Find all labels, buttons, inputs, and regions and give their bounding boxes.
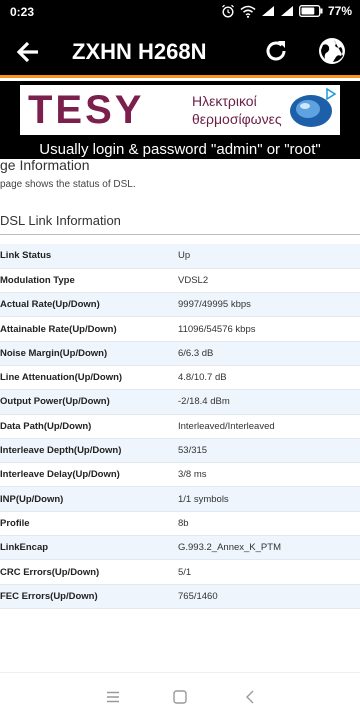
ad-text-line2: θερμοσίφωνες [192, 111, 282, 127]
row-value: 5/1 [178, 559, 360, 585]
system-nav-bar [0, 672, 360, 720]
ad-banner[interactable]: TESY Ηλεκτρικοί θερμοσίφωνες [20, 85, 340, 135]
section-title: DSL Link Information [0, 213, 121, 228]
app-bar: ZXHN H268N [0, 25, 360, 78]
row-label: Profile [0, 511, 178, 537]
row-label: Interleave Depth(Up/Down) [0, 438, 178, 464]
signal-icon [261, 6, 274, 16]
table-row: Profile 8b [0, 511, 360, 537]
row-label: Attainable Rate(Up/Down) [0, 316, 178, 342]
row-label: INP(Up/Down) [0, 486, 178, 512]
battery-percent: 77% [327, 4, 352, 18]
row-label: Link Status [0, 244, 178, 269]
table-row: Actual Rate(Up/Down) 9997/49995 kbps [0, 292, 360, 318]
battery-icon [299, 5, 323, 17]
arrow-left-icon[interactable] [14, 38, 42, 66]
row-label: Line Attenuation(Up/Down) [0, 365, 178, 391]
table-row: Noise Margin(Up/Down) 6/6.3 dB [0, 341, 360, 366]
row-value: 9997/49995 kbps [178, 292, 360, 318]
status-icons: 77% [221, 4, 352, 18]
page-heading: ge Information [0, 157, 90, 173]
table-row: Line Attenuation(Up/Down) 4.8/10.7 dB [0, 365, 360, 391]
row-label: Actual Rate(Up/Down) [0, 292, 178, 318]
row-value: 765/1460 [178, 584, 360, 609]
ad-brand-logo: TESY [28, 88, 145, 132]
table-row: Link Status Up [0, 244, 360, 269]
row-label: Data Path(Up/Down) [0, 414, 178, 439]
row-label: Modulation Type [0, 268, 178, 294]
table-row: Modulation Type VDSL2 [0, 268, 360, 294]
wifi-icon [240, 5, 256, 18]
table-row: Output Power(Up/Down) -2/18.4 dBm [0, 389, 360, 415]
row-label: LinkEncap [0, 535, 178, 561]
home-square-icon[interactable] [172, 689, 188, 705]
row-value: 53/315 [178, 438, 360, 464]
ad-text-line1: Ηλεκτρικοί [192, 93, 257, 109]
row-value: VDSL2 [178, 268, 360, 294]
table-row: Interleave Depth(Up/Down) 53/315 [0, 438, 360, 464]
app-title: ZXHN H268N [72, 39, 207, 64]
row-value: 4.8/10.7 dB [178, 365, 360, 391]
row-value: Up [178, 244, 360, 269]
globe-icon[interactable] [317, 36, 347, 66]
signal-icon-2 [280, 6, 293, 16]
dsl-info-table: Link Status Up Modulation Type VDSL2 Actua… [0, 244, 360, 609]
row-value: -2/18.4 dBm [178, 389, 360, 415]
ad-caption: Usually login & password "admin" or "roo… [39, 141, 321, 158]
table-row: CRC Errors(Up/Down) 5/1 [0, 559, 360, 585]
section-divider [0, 234, 360, 235]
row-label: Noise Margin(Up/Down) [0, 341, 178, 366]
menu-icon[interactable] [105, 689, 121, 705]
status-bar: 0:23 77% [0, 0, 360, 25]
row-label: Interleave Delay(Up/Down) [0, 462, 178, 488]
back-triangle-icon[interactable] [242, 689, 258, 705]
row-label: Output Power(Up/Down) [0, 389, 178, 415]
row-value: 6/6.3 dB [178, 341, 360, 366]
row-value: 8b [178, 511, 360, 537]
table-row: LinkEncap G.993.2_Annex_K_PTM [0, 535, 360, 561]
page-description: page shows the status of DSL. [0, 179, 136, 190]
ad-area: TESY Ηλεκτρικοί θερμοσίφωνες Usually log… [0, 81, 360, 159]
row-value: G.993.2_Annex_K_PTM [178, 535, 360, 561]
ad-choices-icon[interactable] [324, 87, 338, 101]
table-row: Data Path(Up/Down) Interleaved/Interleave… [0, 414, 360, 439]
table-row: Interleave Delay(Up/Down) 3/8 ms [0, 462, 360, 488]
alarm-icon [222, 4, 234, 18]
table-row: FEC Errors(Up/Down) 765/1460 [0, 584, 360, 609]
row-value: Interleaved/Interleaved [178, 414, 360, 439]
status-time: 0:23 [10, 5, 35, 19]
row-value: 11096/54576 kbps [178, 316, 360, 342]
refresh-icon[interactable] [262, 37, 290, 65]
row-label: FEC Errors(Up/Down) [0, 584, 178, 609]
row-label: CRC Errors(Up/Down) [0, 559, 178, 585]
table-row: Attainable Rate(Up/Down) 11096/54576 kbps [0, 316, 360, 342]
row-value: 3/8 ms [178, 462, 360, 488]
row-value: 1/1 symbols [178, 486, 360, 512]
table-row: INP(Up/Down) 1/1 symbols [0, 486, 360, 512]
